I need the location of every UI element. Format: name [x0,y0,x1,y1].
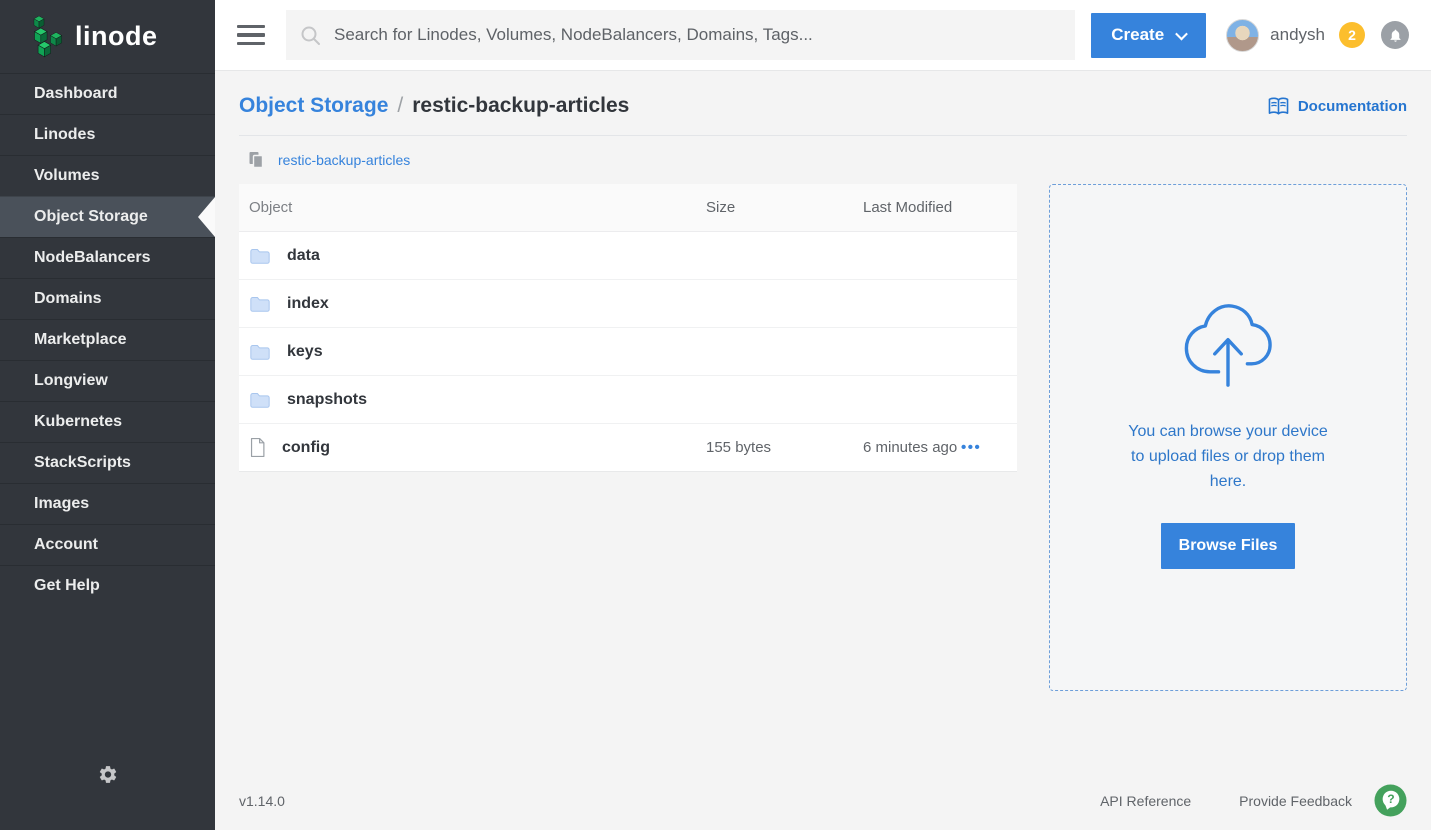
content-columns: Object Size Last Modified data [239,184,1407,691]
sidebar-item-label: Object Storage [34,208,148,225]
sidebar-item-label: Volumes [34,167,100,184]
table-row: keys [239,328,1017,376]
upload-message: You can browse your device to upload fil… [1120,419,1336,494]
sidebar-item[interactable]: Images [0,483,215,524]
book-icon [1267,97,1290,116]
notification-badge[interactable]: 2 [1339,22,1365,48]
provide-feedback-link[interactable]: Provide Feedback [1239,793,1352,809]
column-header-last-modified: Last Modified [863,199,961,216]
sidebar-item[interactable]: Linodes [0,114,215,155]
header-divider [239,135,1407,136]
search-input[interactable] [334,25,1075,45]
object-name-link[interactable]: snapshots [287,391,367,409]
sidebar-item[interactable]: Get Help [0,565,215,606]
sidebar: linode Dashboard Linodes Volumes Object Sto… [0,0,215,830]
table-row: snapshots [239,376,1017,424]
column-header-object: Object [239,199,706,216]
sidebar-item[interactable]: Marketplace [0,319,215,360]
sidebar-item[interactable]: Domains [0,278,215,319]
object-last-modified: 6 minutes ago [863,439,961,456]
sidebar-item-label: Marketplace [34,331,127,348]
sidebar-item-label: Account [34,536,98,553]
top-bar: Create andysh 2 [215,0,1431,71]
object-name-link[interactable]: index [287,295,329,313]
svg-text:?: ? [1387,792,1394,806]
folder-icon [249,246,271,265]
sidebar-item[interactable]: StackScripts [0,442,215,483]
help-button[interactable]: ? [1374,784,1407,817]
table-body: data index [239,232,1017,472]
table-row: config 155 bytes 6 minutes ago ••• [239,424,1017,472]
bucket-link-row: restic-backup-articles [239,151,1407,168]
help-question-icon: ? [1374,784,1407,817]
sidebar-item[interactable]: NodeBalancers [0,237,215,278]
documentation-link[interactable]: Documentation [1267,97,1407,116]
breadcrumb-object-storage-link[interactable]: Object Storage [239,94,388,117]
folder-icon [249,342,271,361]
object-name-link[interactable]: keys [287,343,323,361]
file-icon [249,437,266,458]
sidebar-item-label: Domains [34,290,102,307]
page-title: restic-backup-articles [412,94,629,117]
page-content: Object Storage / restic-backup-articles Do… [215,71,1431,691]
sidebar-item-label: NodeBalancers [34,249,151,266]
object-table: Object Size Last Modified data [239,184,1017,472]
sidebar-nav: Dashboard Linodes Volumes Object Storage Nod… [0,73,215,606]
folder-icon [249,390,271,409]
sidebar-item[interactable]: Object Storage [0,196,215,237]
bell-icon [1388,28,1403,43]
table-row: index [239,280,1017,328]
sidebar-item[interactable]: Kubernetes [0,401,215,442]
object-size: 155 bytes [706,439,863,456]
row-actions-menu-button[interactable]: ••• [961,439,981,456]
sidebar-item-label: Linodes [34,126,95,143]
linode-logo-icon [30,14,66,60]
search-icon [300,25,321,46]
menu-button[interactable] [237,25,265,46]
sidebar-item[interactable]: Longview [0,360,215,401]
browse-files-button[interactable]: Browse Files [1161,523,1296,569]
username[interactable]: andysh [1270,25,1325,45]
sidebar-item-label: Longview [34,372,108,389]
sidebar-item-label: Kubernetes [34,413,122,430]
search-bar[interactable] [286,10,1075,60]
linode-logo-text: linode [75,21,158,52]
copy-icon[interactable] [248,151,264,168]
chevron-down-icon [1175,27,1188,40]
footer: v1.14.0 API Reference Provide Feedback ? [239,784,1407,817]
sidebar-item-label: Get Help [34,577,100,594]
main-area: Create andysh 2 Object Storage / restic-ba… [215,0,1431,830]
upload-dropzone[interactable]: You can browse your device to upload fil… [1049,184,1407,691]
breadcrumb-row: Object Storage / restic-backup-articles Do… [239,71,1407,118]
documentation-label: Documentation [1298,98,1407,115]
sidebar-item-label: Images [34,495,89,512]
breadcrumb-separator: / [397,94,403,117]
object-name-link[interactable]: config [282,439,330,457]
cloud-upload-icon [1176,293,1280,393]
column-header-size: Size [706,199,863,216]
sidebar-item[interactable]: Account [0,524,215,565]
api-reference-link[interactable]: API Reference [1100,793,1191,809]
notifications-bell-button[interactable] [1381,21,1409,49]
sidebar-item[interactable]: Dashboard [0,73,215,114]
app-version: v1.14.0 [239,793,285,809]
create-button[interactable]: Create [1091,13,1206,58]
table-header-row: Object Size Last Modified [239,184,1017,232]
settings-gear-button[interactable] [97,764,118,790]
app-root: linode Dashboard Linodes Volumes Object Sto… [0,0,1431,830]
sidebar-item-label: Dashboard [34,85,118,102]
linode-logo[interactable]: linode [0,0,215,73]
breadcrumb: Object Storage / restic-backup-articles [239,94,629,118]
table-row: data [239,232,1017,280]
bucket-name-link[interactable]: restic-backup-articles [278,152,410,168]
object-name-link[interactable]: data [287,247,320,265]
sidebar-item-label: StackScripts [34,454,131,471]
avatar[interactable] [1226,19,1259,52]
gear-icon [97,764,118,785]
sidebar-item[interactable]: Volumes [0,155,215,196]
folder-icon [249,294,271,313]
create-button-label: Create [1111,25,1164,45]
